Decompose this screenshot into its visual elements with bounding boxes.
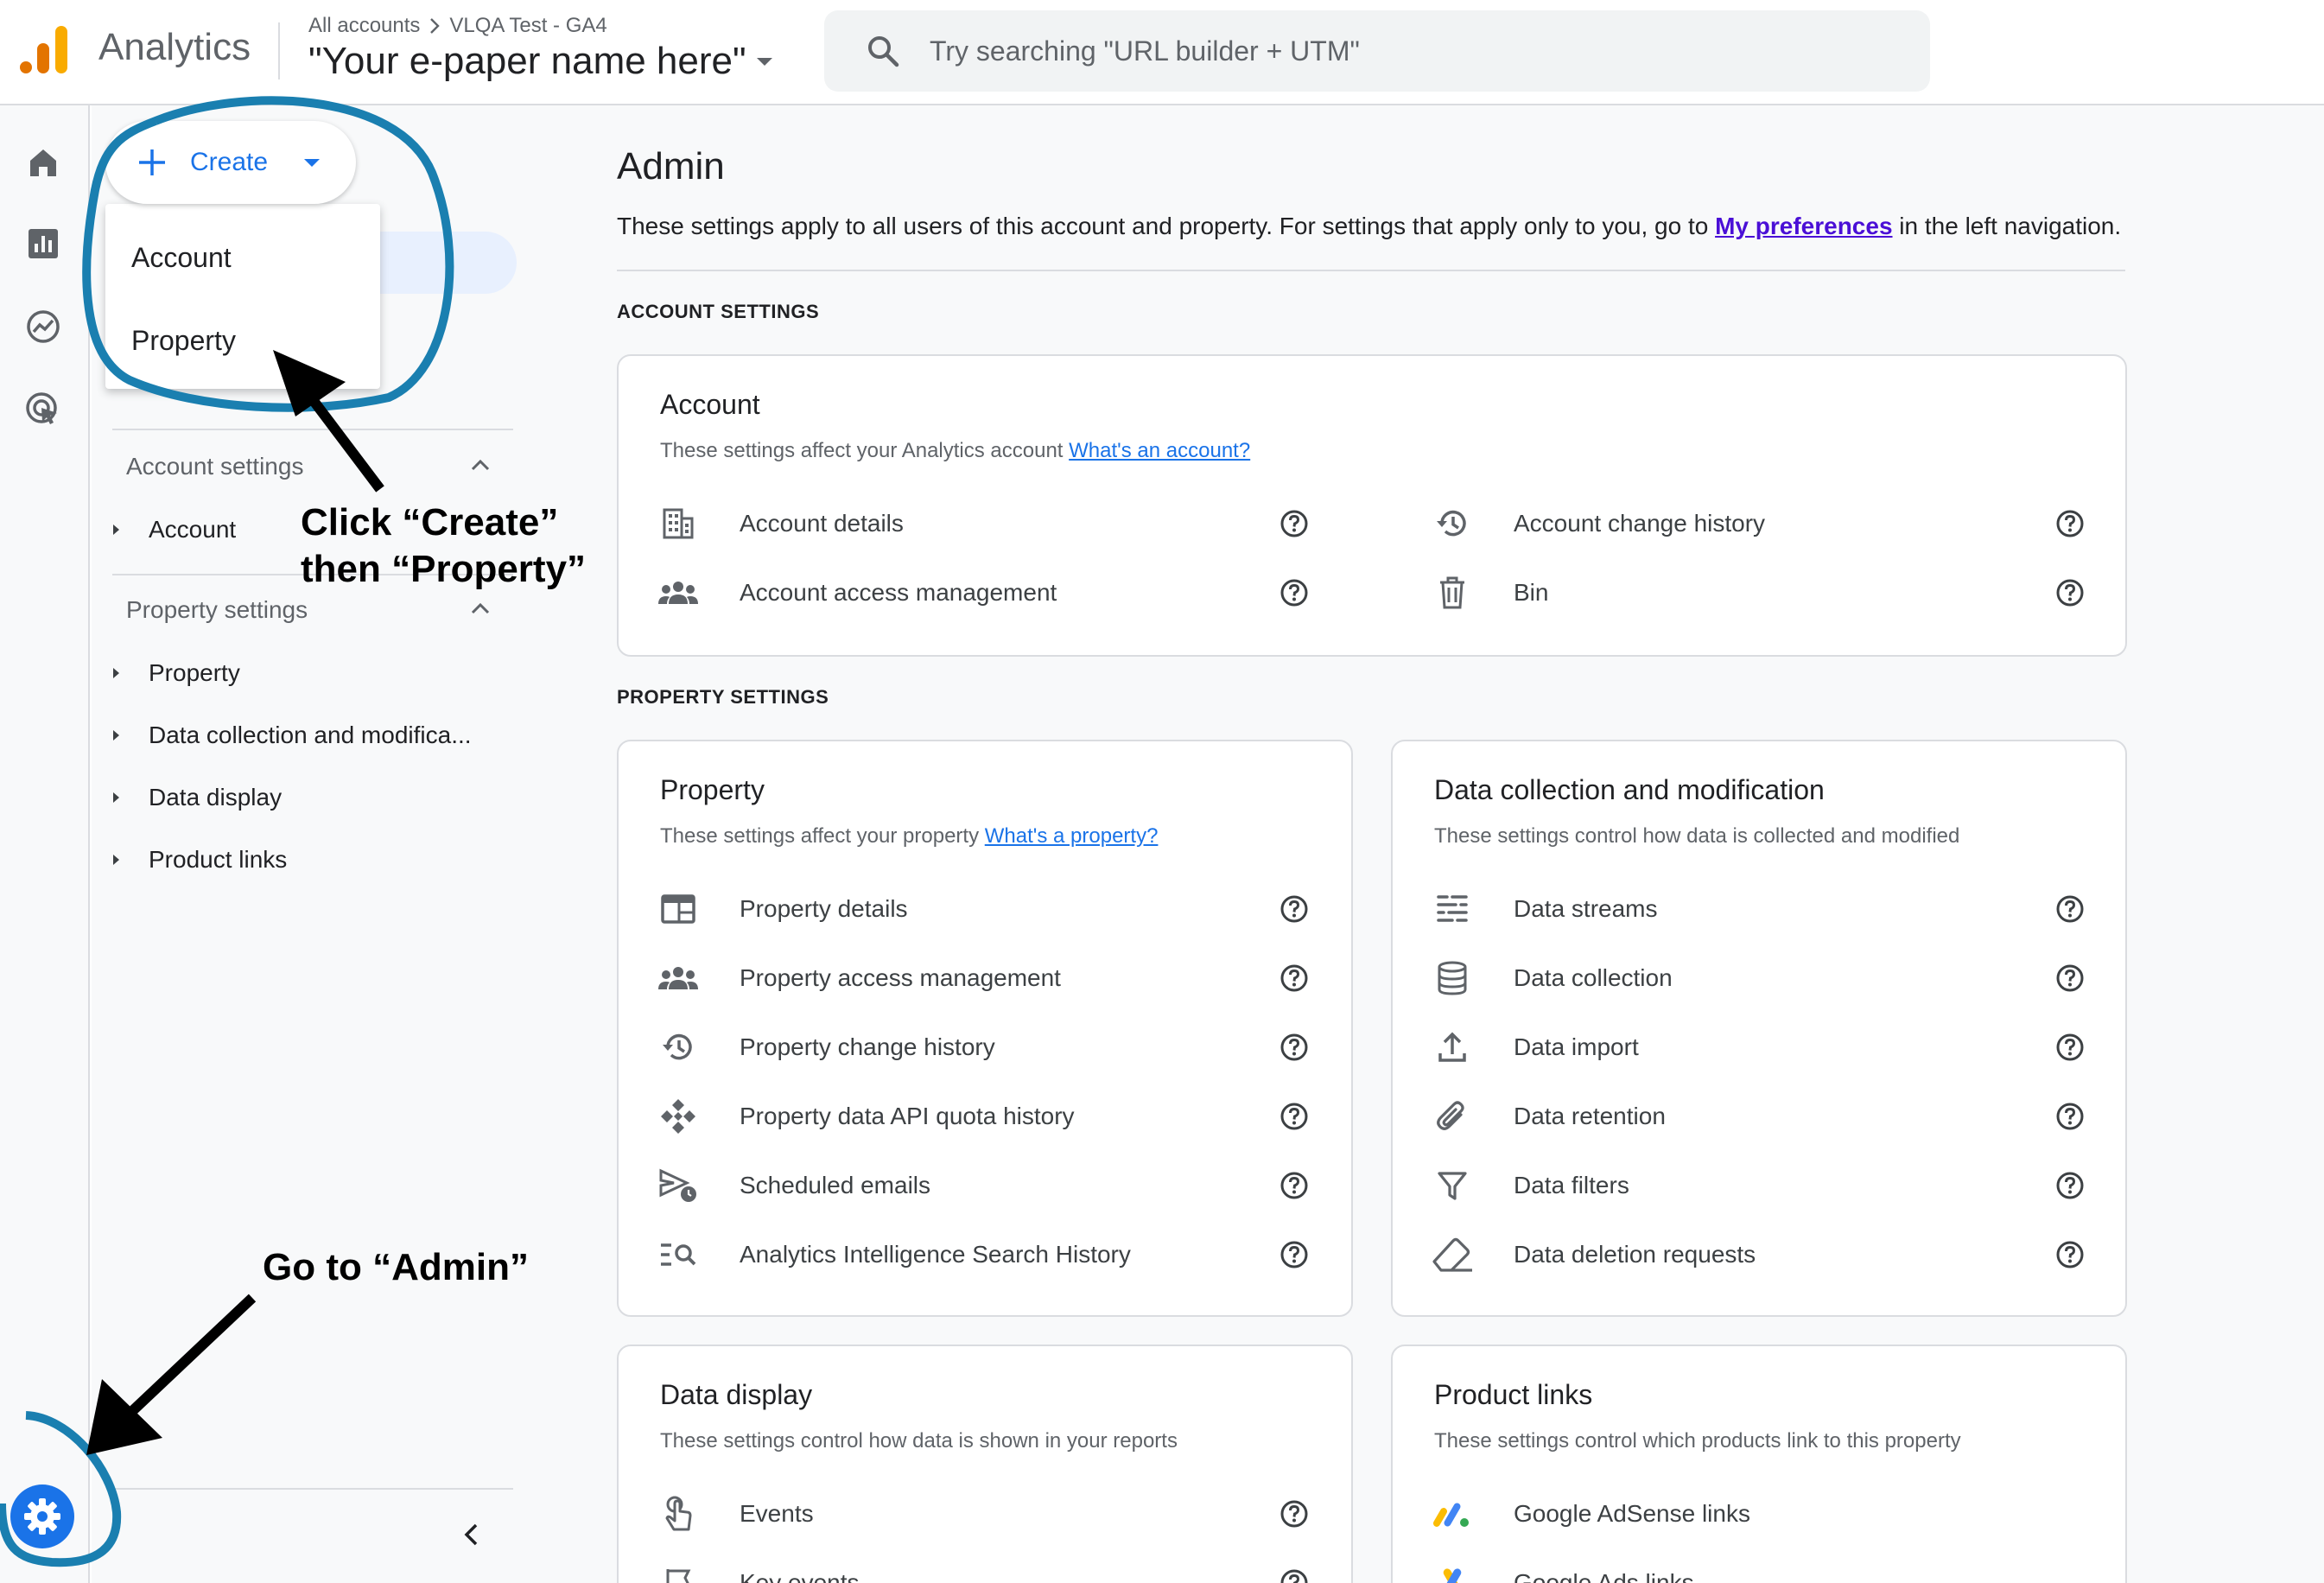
admin-arrow-line [125, 1294, 257, 1418]
annotation-admin: Go to “Admin” [263, 1246, 529, 1288]
annotation-create-line2: then “Property” [301, 548, 587, 590]
annotation-create-line1: Click “Create” [301, 501, 559, 544]
create-highlight-circle [82, 96, 454, 412]
annotation-overlay [0, 96, 454, 1567]
